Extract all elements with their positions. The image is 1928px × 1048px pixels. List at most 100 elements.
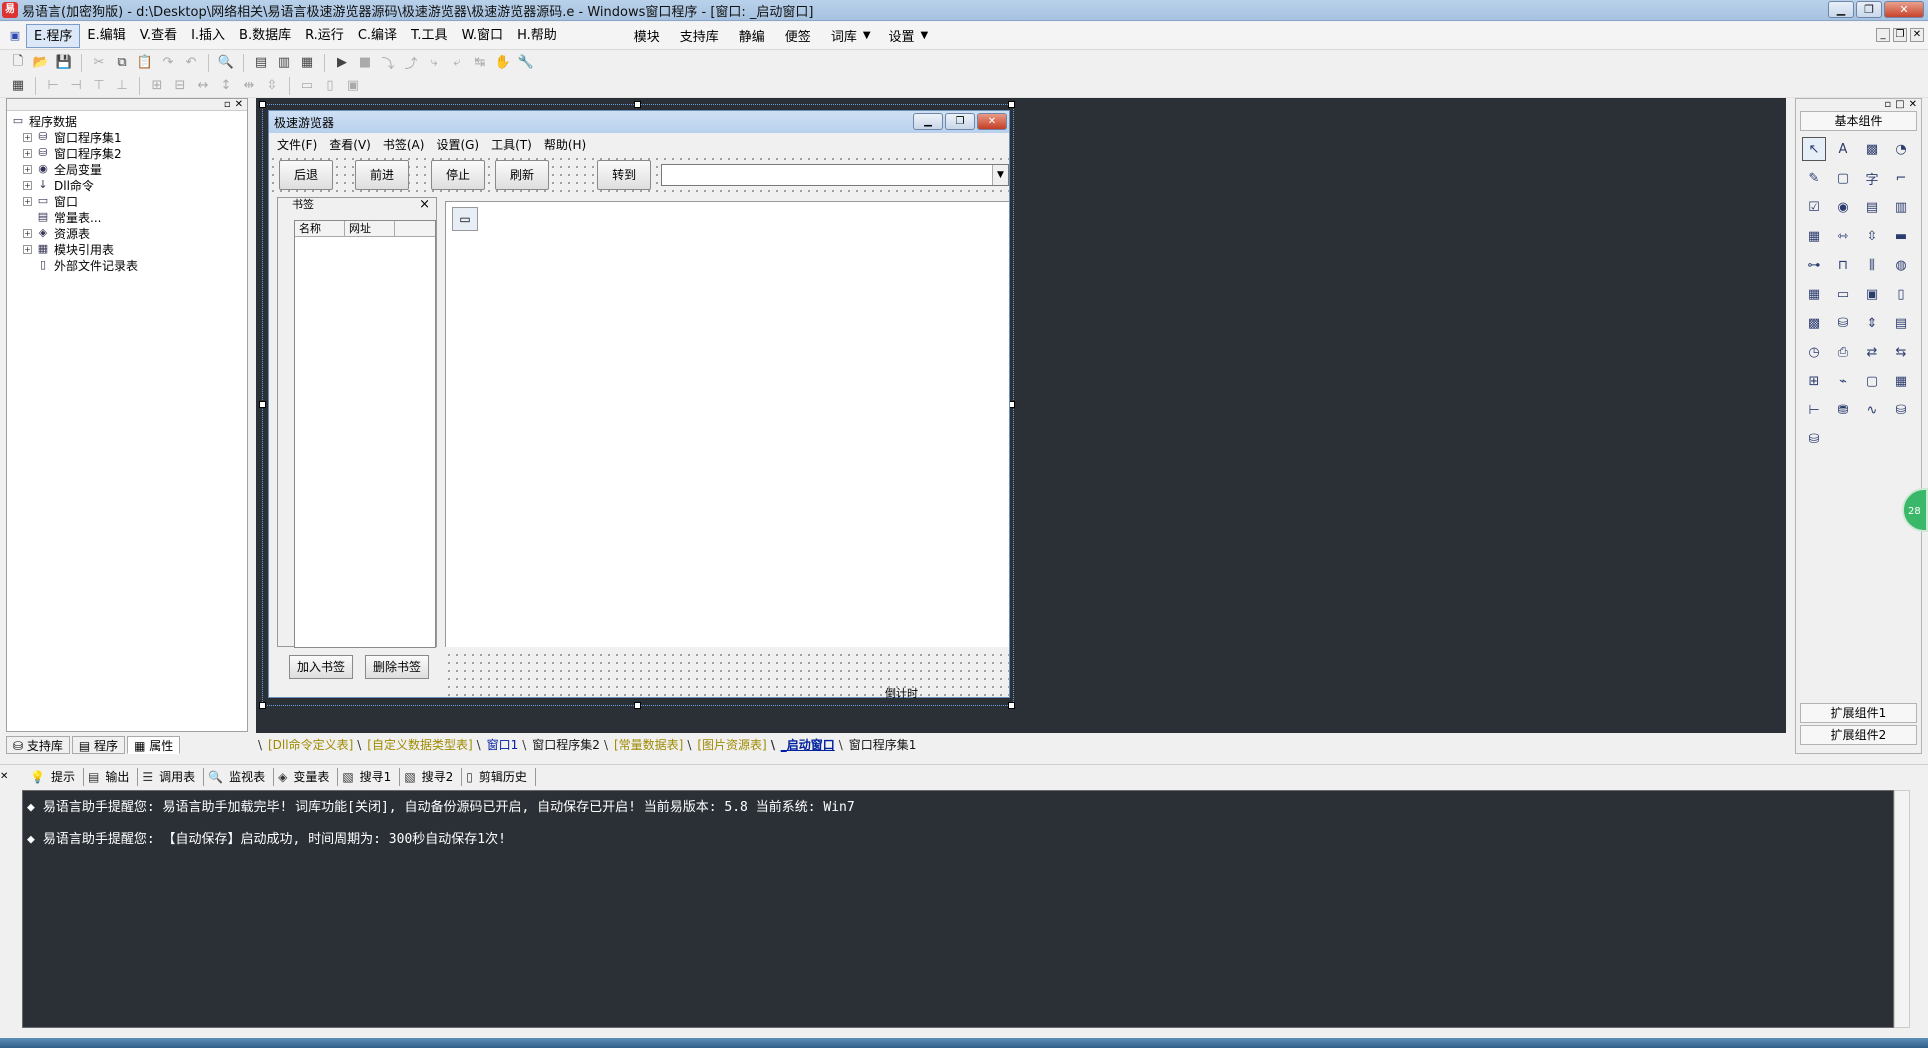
tab-search2[interactable]: ▧ 搜寻2: [400, 767, 463, 786]
tree-item[interactable]: + ▦ 模块引用表: [11, 241, 247, 257]
center-v-icon[interactable]: ⊟: [170, 76, 190, 96]
tree-comp-icon[interactable]: ⊢: [1802, 398, 1826, 422]
menu-static-compile[interactable]: 静编: [729, 26, 775, 45]
settings-dropdown-icon[interactable]: ▼: [921, 30, 929, 41]
vscroll-icon[interactable]: ⇳: [1860, 224, 1884, 248]
expand-icon[interactable]: +: [23, 132, 32, 142]
hand-icon[interactable]: ✋: [493, 53, 513, 73]
form-maximize-button[interactable]: ❐: [945, 113, 975, 130]
combobox-icon[interactable]: ▤: [1860, 195, 1884, 219]
menu-edit[interactable]: E.编辑: [80, 24, 132, 48]
tree-item[interactable]: + ⛁ 窗口程序集1: [11, 129, 247, 145]
minimize-button[interactable]: ▁: [1828, 1, 1854, 18]
menu-run[interactable]: R.运行: [298, 24, 351, 48]
expand-icon[interactable]: +: [23, 148, 32, 158]
menu-module[interactable]: 模块: [624, 26, 670, 45]
panel-close-icon[interactable]: ✕: [235, 99, 243, 110]
same-height-icon[interactable]: ↕: [216, 76, 236, 96]
tree-item[interactable]: + ◉ 全局变量: [11, 161, 247, 177]
expand-icon[interactable]: +: [23, 164, 32, 174]
back-button[interactable]: 后退: [279, 160, 334, 190]
grid-icon[interactable]: ▦: [8, 76, 28, 96]
tree-item[interactable]: + ◈ 资源表: [11, 225, 247, 241]
tab-custom-types[interactable]: [自定义数据类型表]: [357, 736, 480, 754]
stop-icon[interactable]: ■: [355, 53, 375, 73]
step-5-icon[interactable]: ↹: [470, 53, 490, 73]
mdi-close-button[interactable]: ✕: [1910, 28, 1924, 42]
panel-comp-icon[interactable]: ▦: [1889, 369, 1913, 393]
menu-view[interactable]: V.查看: [133, 24, 184, 48]
form-menu-help[interactable]: 帮助(H): [538, 136, 592, 153]
form-menu-tools[interactable]: 工具(T): [485, 136, 538, 153]
close-button[interactable]: ✕: [1884, 1, 1924, 18]
ddeserver-icon[interactable]: ⌁: [1831, 369, 1855, 393]
data-source-icon[interactable]: ⛃: [1831, 398, 1855, 422]
form-close-button[interactable]: ✕: [977, 113, 1007, 130]
mdi-restore-button[interactable]: ❐: [1893, 28, 1907, 42]
tree-item[interactable]: ▤ 常量表...: [11, 209, 247, 225]
calendar-icon[interactable]: ▦: [1802, 282, 1826, 306]
output-console[interactable]: ◆ 易语言助手提醒您: 易语言助手加载完毕! 词库功能[关闭], 自动备份源码已开…: [22, 790, 1894, 1028]
tab-constants[interactable]: [常量数据表]: [604, 736, 691, 754]
tab-output[interactable]: ▤ 输出: [84, 767, 139, 786]
resize-handle[interactable]: [259, 101, 266, 108]
resize-handle[interactable]: [259, 702, 266, 709]
align-bottom-icon[interactable]: ⊥: [112, 76, 132, 96]
odbc-icon[interactable]: ⛁: [1889, 398, 1913, 422]
align-right-icon[interactable]: ⊣: [66, 76, 86, 96]
new-file-icon[interactable]: 🗋: [8, 53, 28, 73]
tab-variables[interactable]: ◈ 变量表: [274, 767, 339, 786]
undo-icon[interactable]: ↶: [181, 53, 201, 73]
step-1-icon[interactable]: ⤵: [378, 53, 398, 73]
status-bar-icon[interactable]: ▭: [1831, 282, 1855, 306]
tab-search1[interactable]: ▧ 搜寻1: [338, 767, 401, 786]
form-menu-bookmark[interactable]: 书签(A): [377, 136, 431, 153]
toolbar-icon[interactable]: ▤: [1889, 311, 1913, 335]
database-icon[interactable]: ⛁: [1831, 311, 1855, 335]
expand-icon[interactable]: +: [23, 244, 32, 254]
form-menu-view[interactable]: 查看(V): [323, 136, 377, 153]
step-2-icon[interactable]: ⤴: [401, 53, 421, 73]
column-header-name[interactable]: 名称: [295, 221, 345, 236]
space-h-icon[interactable]: ⇹: [239, 76, 259, 96]
tab-startup-window[interactable]: _启动窗口: [771, 736, 843, 754]
container-icon[interactable]: ⫼: [1860, 253, 1884, 277]
close-icon[interactable]: ×: [419, 198, 430, 212]
panel-max-icon[interactable]: □: [1895, 99, 1904, 111]
tab-clip-history[interactable]: ▯ 剪辑历史: [462, 767, 536, 786]
extended-components-1-button[interactable]: 扩展组件1: [1800, 703, 1917, 723]
helper-icon[interactable]: 🔧: [516, 53, 536, 73]
resize-handle[interactable]: [634, 702, 641, 709]
redo-icon[interactable]: ↷: [158, 53, 178, 73]
form-minimize-button[interactable]: ▁: [913, 113, 943, 130]
center-h-icon[interactable]: ⊞: [147, 76, 167, 96]
layout-3-icon[interactable]: ▦: [297, 53, 317, 73]
tab-support-lib[interactable]: ⛁ 支持库: [6, 736, 70, 754]
panel-close-icon[interactable]: ✕: [0, 771, 8, 782]
basic-components-header[interactable]: 基本组件: [1800, 111, 1917, 131]
slider-icon[interactable]: ⊶: [1802, 253, 1826, 277]
browser-control-icon[interactable]: ▭: [452, 207, 478, 231]
resize-handle[interactable]: [634, 101, 641, 108]
menu-lexicon[interactable]: 词库: [821, 26, 867, 45]
tab-control-icon[interactable]: ⊓: [1831, 253, 1855, 277]
panel-float-icon[interactable]: ▫: [1884, 99, 1891, 111]
expand-icon[interactable]: +: [23, 228, 32, 238]
same-width-icon[interactable]: ↔: [193, 76, 213, 96]
panel-float-icon[interactable]: ▫: [224, 99, 231, 110]
tab-dll-commands[interactable]: [Dll命令定义表]: [258, 736, 361, 754]
client-icon[interactable]: ⊞: [1802, 369, 1826, 393]
tree-item[interactable]: + ↓ Dll命令: [11, 177, 247, 193]
listbox-icon[interactable]: ▥: [1889, 195, 1913, 219]
tab-properties[interactable]: ▦ 属性: [127, 736, 181, 754]
maximize-button[interactable]: ❐: [1856, 1, 1882, 18]
paste-icon[interactable]: 📋: [135, 53, 155, 73]
stop-button[interactable]: 停止: [431, 160, 486, 190]
refresh-button[interactable]: 刷新: [495, 160, 550, 190]
radio-icon[interactable]: ◉: [1831, 195, 1855, 219]
tab-window1[interactable]: 窗口1: [477, 736, 527, 754]
tree-item[interactable]: + ⛁ 窗口程序集2: [11, 145, 247, 161]
copy-icon[interactable]: ⧉: [112, 53, 132, 73]
web-browser-control[interactable]: [445, 201, 1009, 647]
delete-bookmark-button[interactable]: 删除书签: [365, 655, 430, 679]
